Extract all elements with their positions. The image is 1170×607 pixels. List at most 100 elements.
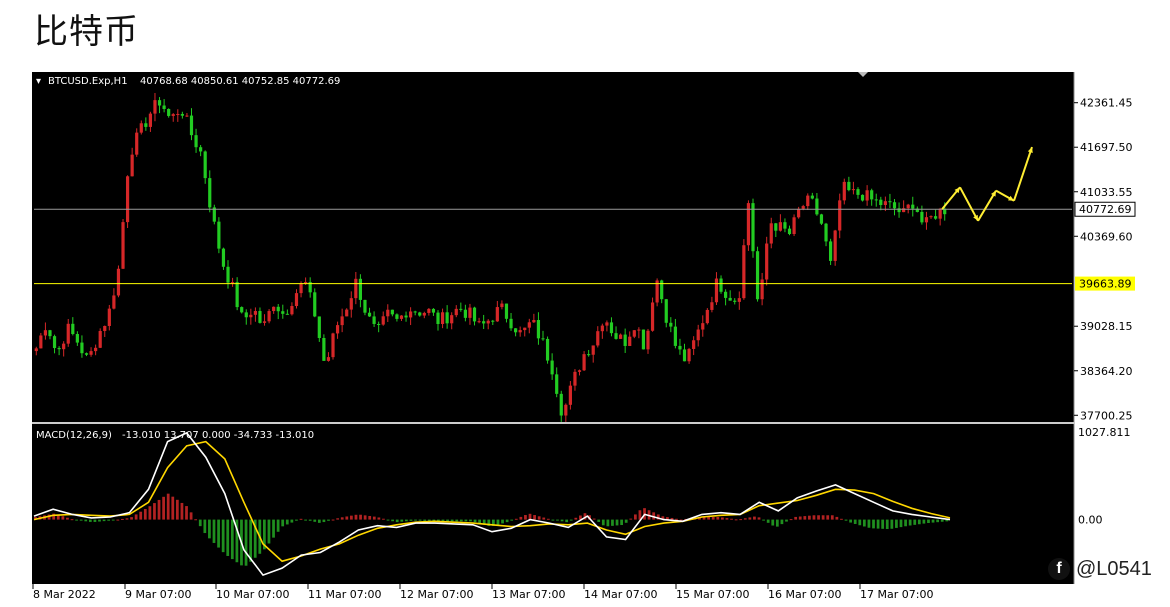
candle-body [52,336,57,349]
macd-histogram-bar [450,519,454,522]
candle-body [518,330,522,333]
symbol-triangle-icon[interactable]: ▾ [36,76,41,87]
macd-histogram-bar [496,519,500,525]
macd-histogram-bar [849,519,852,523]
macd-histogram-bar [363,515,367,520]
macd-histogram-bar [107,519,111,521]
candle-body [701,323,705,330]
candle-body [139,123,143,133]
candle-body [427,308,431,313]
macd-histogram-bar [75,519,78,521]
macd-histogram-bar [844,519,848,521]
candle-body [272,306,276,312]
candle-body [577,370,582,372]
macd-histogram-bar [130,517,133,520]
candle-body [66,323,70,344]
candle-body [230,282,235,284]
candle-body [477,321,481,323]
macd-histogram-bar [469,519,472,522]
candle-body [705,309,709,324]
candle-body [883,201,887,206]
candle-body [418,312,422,316]
candle-body [879,199,883,206]
candle-body [591,345,595,355]
candle-body [596,331,600,346]
candle-body [404,315,408,318]
macd-histogram-bar [615,519,619,526]
macd-histogram-bar [166,493,170,520]
candle-body [208,178,212,208]
candle-body [436,312,440,324]
candle-body [317,316,321,338]
shift-marker-icon[interactable] [858,72,868,77]
macd-histogram-bar [798,516,802,520]
candle-body [240,307,244,313]
macd-histogram-bar [890,519,894,529]
candle-body [285,313,289,315]
candle-body [144,123,148,127]
candle-body [641,329,646,350]
macd-histogram-bar [546,518,550,520]
candle-body [135,132,139,155]
macd-histogram-bar [721,517,724,520]
macd-histogram-bar [212,519,216,543]
macd-histogram-bar [927,519,930,524]
macd-histogram-bar [189,512,193,520]
candle-body [62,343,66,350]
candle-body [646,330,650,350]
macd-histogram-bar [542,517,546,520]
candle-body [778,222,782,231]
candle-body [573,371,577,386]
price-tick-label: 42361.45 [1080,97,1133,110]
time-tick-label: 16 Mar 07:00 [768,588,841,601]
candle-body [710,302,714,310]
macd-histogram-bar [711,517,715,520]
candle-body [157,100,162,106]
macd-histogram-bar [913,519,917,525]
candle-body [797,208,801,218]
candle-body [39,335,43,349]
watermark-handle: @L0541 [1076,557,1152,580]
macd-histogram-bar [917,519,921,525]
price-chart[interactable]: 42361.45 41697.50 41033.55 40369.60 39028.15… [32,72,1137,602]
macd-histogram-bar [533,515,536,520]
candle-body [687,348,691,362]
macd-histogram-bar [121,518,124,520]
candle-body [413,311,417,313]
candle-body [185,115,189,117]
macd-histogram-bar [519,516,523,520]
candle-body [609,322,614,334]
macd-histogram-bar [217,519,220,548]
candle-body [833,230,837,261]
macd-histogram-bar [153,503,156,520]
candle-body [217,221,221,249]
time-tick-label: 8 Mar 2022 [33,588,96,601]
price-lines [34,208,1072,285]
macd-histogram-bar [267,519,271,544]
macd-histogram-bar [272,519,275,538]
candle-body [559,393,563,416]
macd-histogram-bar [931,519,935,523]
macd-histogram-bar [675,518,678,520]
level-label: 39663.89 [1079,278,1132,291]
macd-histogram-bar [418,519,422,521]
candle-body [728,297,732,301]
macd-histogram-bar [936,519,940,523]
candle-body [628,336,632,346]
macd-tick-label: 0.00 [1078,514,1103,527]
candle-body [605,322,609,326]
candle-body [523,327,527,331]
candle-body [313,292,317,317]
macd-histogram-bar [386,519,390,521]
candle-body [929,216,933,218]
candle-body [199,147,203,152]
candle-body [381,316,385,325]
candle-body [116,268,121,296]
candle-body [71,323,75,335]
page-title: 比特币 [34,12,139,52]
candle-body [696,329,700,341]
macd-title: MACD(12,26,9) [36,430,112,441]
macd-histogram-bar [881,519,885,529]
macd-histogram-bar [569,519,573,521]
candle-body [89,351,93,355]
